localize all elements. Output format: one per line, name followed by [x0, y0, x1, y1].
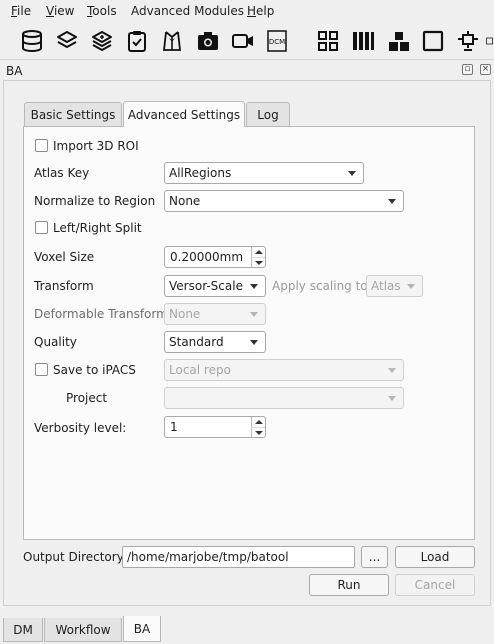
close-icon[interactable]: × [480, 64, 491, 75]
dock-header: BA ▫ × [0, 60, 494, 80]
chevron-down-icon [388, 368, 396, 373]
browse-button[interactable]: ... [361, 546, 388, 568]
verbosity-level-label: Verbosity level: [34, 421, 127, 435]
apply-scaling-to-label: Apply scaling to: [272, 279, 372, 293]
menu-tools[interactable]: Tools [87, 4, 117, 18]
gimbal-icon[interactable] [455, 28, 481, 54]
toolbar-overflow-icon[interactable] [485, 28, 494, 54]
quality-label: Quality [34, 335, 77, 349]
save-to-ipacs-checkbox[interactable] [35, 363, 48, 376]
video-camera-icon[interactable] [230, 28, 256, 54]
menu-advanced-modules[interactable]: Advanced Modules [131, 4, 244, 18]
project-select[interactable] [164, 387, 404, 409]
chevron-down-icon [250, 340, 258, 345]
voxel-size-spinbox[interactable]: 0.20000mm [164, 246, 266, 268]
run-button[interactable]: Run [309, 574, 389, 596]
chevron-down-icon [388, 199, 396, 204]
layout-icon[interactable] [386, 28, 412, 54]
atlas-key-select[interactable]: AllRegions [164, 162, 364, 184]
tuxedo-icon[interactable] [159, 28, 185, 54]
spin-up-icon[interactable] [251, 247, 265, 257]
chevron-down-icon [348, 171, 356, 176]
chevron-down-icon [250, 284, 258, 289]
tab-log[interactable]: Log [246, 102, 290, 126]
chevron-down-icon [388, 396, 396, 401]
spin-up-icon[interactable] [251, 417, 265, 427]
toolbar: DCM [0, 22, 494, 60]
normalize-to-region-label: Normalize to Region [34, 194, 156, 208]
quality-select[interactable]: Standard [164, 331, 266, 353]
deformable-transform-label: Deformable Transform [34, 307, 168, 321]
bottom-tab-workflow[interactable]: Workflow [44, 618, 122, 642]
menu-file[interactable]: File [11, 4, 31, 18]
transform-select[interactable]: Versor-Scale [164, 275, 266, 297]
database-icon[interactable] [19, 28, 45, 54]
left-right-split-label: Left/Right Split [53, 221, 142, 235]
camera-icon[interactable] [195, 28, 221, 54]
menu-help[interactable]: Help [247, 4, 274, 18]
float-icon[interactable]: ▫ [462, 64, 473, 75]
bottom-tab-ba[interactable]: BA [123, 616, 161, 642]
atlas-key-label: Atlas Key [34, 166, 90, 180]
apply-scaling-to-select[interactable]: Atlas [366, 275, 423, 297]
ipacs-repo-select[interactable]: Local repo [164, 359, 404, 381]
layers-icon[interactable] [54, 28, 80, 54]
deformable-transform-select[interactable]: None [164, 303, 266, 325]
stack-add-icon[interactable] [89, 28, 115, 54]
output-directory-label: Output Directory [23, 550, 124, 564]
columns-icon[interactable] [350, 28, 376, 54]
bottom-tab-dm[interactable]: DM [3, 618, 43, 642]
tab-basic-settings[interactable]: Basic Settings [24, 102, 122, 126]
grid-2x2-icon[interactable] [315, 28, 341, 54]
normalize-to-region-select[interactable]: None [164, 190, 404, 212]
spin-down-icon[interactable] [251, 427, 265, 437]
cancel-button[interactable]: Cancel [395, 574, 475, 596]
clipboard-check-icon[interactable] [124, 28, 150, 54]
transform-label: Transform [34, 279, 94, 293]
tab-advanced-settings[interactable]: Advanced Settings [123, 101, 245, 127]
verbosity-level-spinbox[interactable]: 1 [164, 416, 266, 438]
menu-bar: File View Tools Advanced Modules Help [0, 0, 494, 22]
left-right-split-checkbox[interactable] [35, 221, 48, 234]
dcm-icon[interactable]: DCM [264, 28, 290, 54]
single-view-icon[interactable] [420, 28, 446, 54]
dock-title: BA [6, 64, 23, 78]
project-label: Project [66, 391, 108, 405]
voxel-size-label: Voxel Size [34, 250, 95, 264]
svg-text:DCM: DCM [269, 38, 285, 46]
import-3d-roi-label: Import 3D ROI [53, 139, 139, 153]
import-3d-roi-checkbox[interactable] [35, 139, 48, 152]
chevron-down-icon [250, 312, 258, 317]
output-directory-input[interactable]: /home/marjobe/tmp/batool [122, 546, 355, 568]
menu-view[interactable]: View [46, 4, 74, 18]
load-button[interactable]: Load [395, 546, 475, 568]
spin-down-icon[interactable] [251, 257, 265, 267]
save-to-ipacs-label: Save to iPACS [53, 363, 136, 377]
chevron-down-icon [407, 284, 415, 289]
